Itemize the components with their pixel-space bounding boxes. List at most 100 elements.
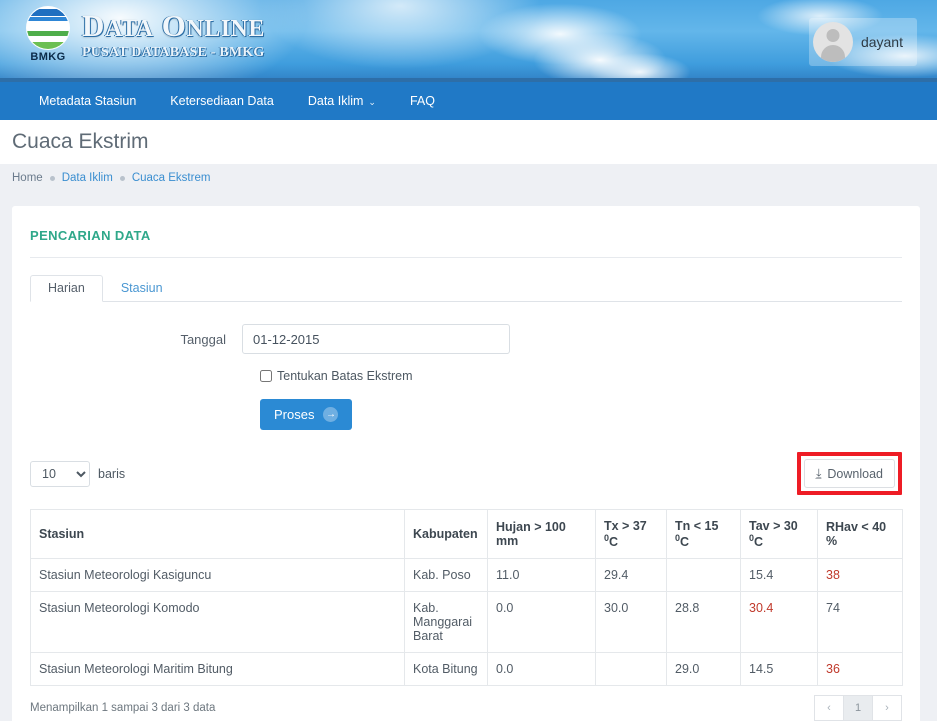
- cell-hujan: 0.0: [488, 653, 596, 686]
- header-label: Tn < 15: [675, 519, 718, 533]
- proses-button[interactable]: Proses →: [260, 399, 352, 430]
- header-label: Stasiun: [39, 527, 84, 541]
- header-unit: C: [754, 535, 763, 549]
- pagination: ‹ 1 ›: [815, 695, 902, 721]
- table-footer: Menampilkan 1 sampai 3 dari 3 data ‹ 1 ›: [30, 695, 902, 721]
- logo-title: DATA ONLINE: [82, 11, 265, 44]
- nav-label: Metadata Stasiun: [39, 94, 136, 108]
- cell-stasiun: Stasiun Meteorologi Maritim Bitung: [31, 653, 405, 686]
- header-unit: C: [609, 535, 618, 549]
- cell-tn: [667, 559, 741, 592]
- batas-ekstrem-checkbox[interactable]: [260, 370, 272, 382]
- column-header-tn[interactable]: Tn < 15 0C: [667, 510, 741, 559]
- cell-stasiun: Stasiun Meteorologi Komodo: [31, 592, 405, 653]
- cell-kabupaten: Kab. Poso: [405, 559, 488, 592]
- table-row: Stasiun Meteorologi Komodo Kab. Manggara…: [31, 592, 903, 653]
- table-row: Stasiun Meteorologi Maritim Bitung Kota …: [31, 653, 903, 686]
- tab-label: Harian: [48, 281, 85, 295]
- bmkg-logo-icon: BMKG: [22, 6, 74, 63]
- breadcrumb-item-data-iklim[interactable]: Data Iklim: [62, 172, 113, 184]
- cell-hujan: 0.0: [488, 592, 596, 653]
- breadcrumb-separator-icon: [50, 176, 55, 181]
- table-info-text: Menampilkan 1 sampai 3 dari 3 data: [30, 702, 215, 714]
- column-header-hujan[interactable]: Hujan > 100 mm: [488, 510, 596, 559]
- breadcrumb-separator-icon: [120, 176, 125, 181]
- header-label: Hujan > 100 mm: [496, 520, 566, 548]
- cell-tav: 30.4: [741, 592, 818, 653]
- column-header-stasiun[interactable]: Stasiun: [31, 510, 405, 559]
- site-header: BMKG DATA ONLINE PUSAT DATABASE - BMKG d…: [0, 0, 937, 82]
- pagination-next-button[interactable]: ›: [872, 695, 902, 721]
- header-label: RHav < 40 %: [826, 520, 886, 548]
- nav-item-faq[interactable]: FAQ: [393, 82, 452, 120]
- table-toolbar: 10 baris ⤓̲ Download: [30, 452, 902, 495]
- page-length-control: 10 baris: [30, 461, 125, 487]
- nav-label: FAQ: [410, 94, 435, 108]
- tab-harian[interactable]: Harian: [30, 275, 103, 302]
- cell-kabupaten: Kab. Manggarai Barat: [405, 592, 488, 653]
- nav-item-data-iklim[interactable]: Data Iklim ⌄: [291, 82, 393, 121]
- breadcrumb-item-cuaca-ekstrem[interactable]: Cuaca Ekstrem: [132, 172, 211, 184]
- cell-tx: 29.4: [596, 559, 667, 592]
- cell-tx: 30.0: [596, 592, 667, 653]
- breadcrumb-item-home[interactable]: Home: [12, 172, 43, 184]
- user-avatar-icon: [813, 22, 853, 62]
- username-label: dayant: [861, 34, 903, 50]
- cell-stasiun: Stasiun Meteorologi Kasiguncu: [31, 559, 405, 592]
- cell-tx: [596, 653, 667, 686]
- page-title-bar: Cuaca Ekstrim: [0, 120, 937, 164]
- nav-label: Data Iklim: [308, 94, 364, 108]
- date-input[interactable]: [242, 324, 510, 354]
- table-body: Stasiun Meteorologi Kasiguncu Kab. Poso …: [31, 559, 903, 686]
- table-row: Stasiun Meteorologi Kasiguncu Kab. Poso …: [31, 559, 903, 592]
- nav-item-ketersediaan-data[interactable]: Ketersediaan Data: [153, 82, 291, 120]
- batas-ekstrem-row: Tentukan Batas Ekstrem: [12, 369, 920, 383]
- card-title: PENCARIAN DATA: [12, 206, 920, 243]
- tab-stasiun[interactable]: Stasiun: [103, 275, 181, 302]
- download-button[interactable]: ⤓̲ Download: [804, 459, 895, 488]
- tab-label: Stasiun: [121, 281, 163, 295]
- column-header-kabupaten[interactable]: Kabupaten: [405, 510, 488, 559]
- submit-row: Proses →: [12, 399, 920, 430]
- search-tabs: Harian Stasiun: [30, 274, 902, 302]
- table-head: Stasiun Kabupaten Hujan > 100 mm Tx > 37…: [31, 510, 903, 559]
- main-navigation: Metadata Stasiun Ketersediaan Data Data …: [0, 82, 937, 120]
- cell-tav: 15.4: [741, 559, 818, 592]
- nav-label: Ketersediaan Data: [170, 94, 274, 108]
- pagination-prev-button[interactable]: ‹: [814, 695, 844, 721]
- site-logo[interactable]: BMKG DATA ONLINE PUSAT DATABASE - BMKG: [22, 6, 265, 63]
- cell-hujan: 11.0: [488, 559, 596, 592]
- download-icon: ⤓̲: [816, 466, 821, 481]
- column-header-tav[interactable]: Tav > 30 0C: [741, 510, 818, 559]
- column-header-rhav[interactable]: RHav < 40 %: [818, 510, 903, 559]
- date-form-row: Tanggal: [12, 324, 920, 354]
- cell-tn: 28.8: [667, 592, 741, 653]
- column-header-tx[interactable]: Tx > 37 0C: [596, 510, 667, 559]
- batas-ekstrem-label: Tentukan Batas Ekstrem: [277, 369, 412, 383]
- cell-rhav: 74: [818, 592, 903, 653]
- cuaca-ekstrim-table: Stasiun Kabupaten Hujan > 100 mm Tx > 37…: [30, 509, 903, 686]
- nav-item-metadata-stasiun[interactable]: Metadata Stasiun: [22, 82, 153, 120]
- header-label: Kabupaten: [413, 527, 478, 541]
- download-highlight-box: ⤓̲ Download: [797, 452, 902, 495]
- download-label: Download: [827, 467, 883, 481]
- cell-tav: 14.5: [741, 653, 818, 686]
- user-menu[interactable]: dayant: [809, 18, 917, 66]
- breadcrumb: Home Data Iklim Cuaca Ekstrem: [0, 164, 937, 192]
- cell-rhav: 38: [818, 559, 903, 592]
- pagination-page-1[interactable]: 1: [843, 695, 873, 721]
- header-unit: C: [680, 535, 689, 549]
- arrow-right-circle-icon: →: [323, 407, 338, 422]
- page-title: Cuaca Ekstrim: [12, 130, 149, 154]
- cell-rhav: 36: [818, 653, 903, 686]
- header-label: Tx > 37: [604, 519, 647, 533]
- cell-kabupaten: Kota Bitung: [405, 653, 488, 686]
- proses-label: Proses: [274, 407, 314, 422]
- date-label: Tanggal: [30, 332, 242, 347]
- page-length-suffix: baris: [98, 467, 125, 481]
- logo-subtitle: PUSAT DATABASE - BMKG: [82, 45, 265, 60]
- page-length-select[interactable]: 10: [30, 461, 90, 487]
- cell-tn: 29.0: [667, 653, 741, 686]
- header-label: Tav > 30: [749, 519, 798, 533]
- chevron-down-icon: ⌄: [368, 97, 376, 107]
